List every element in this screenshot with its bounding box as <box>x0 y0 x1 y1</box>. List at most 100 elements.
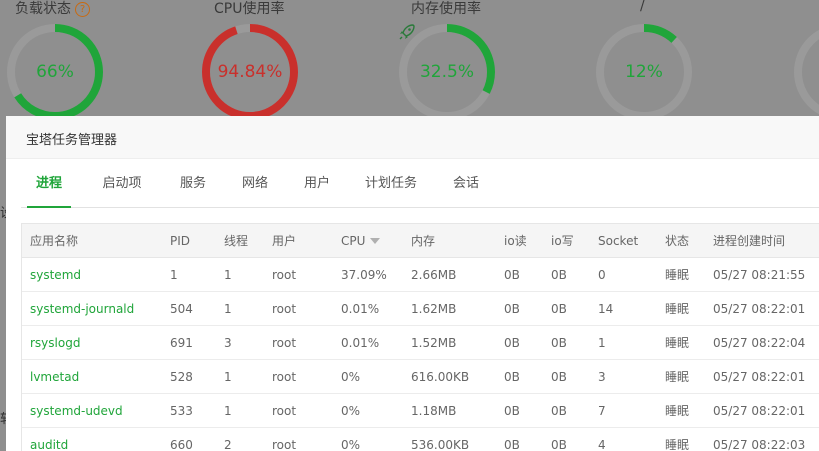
cell-pid: 691 <box>162 325 216 360</box>
gauge-title-load: 负载状态? <box>15 0 90 18</box>
cell-pid: 1 <box>162 257 216 292</box>
process-table: 应用名称 PID 线程 用户 CPU 内存 io读 io写 Socket 状态 … <box>22 224 819 451</box>
cell-memory: 2.66MB <box>403 257 496 292</box>
gauge-title-memory: 内存使用率 <box>411 1 481 17</box>
cell-threads: 1 <box>216 393 264 428</box>
cell-user: root <box>264 393 333 428</box>
cell-created: 05/27 08:22:01 <box>705 291 819 326</box>
cell-io-write: 0B <box>543 291 590 326</box>
gauge-value: 94.84% <box>217 62 283 82</box>
tab-sessions[interactable]: 会话 <box>444 165 488 207</box>
cell-user: root <box>264 427 333 451</box>
cell-pid: 504 <box>162 291 216 326</box>
cell-io-read: 0B <box>496 359 543 394</box>
cell-created: 05/27 08:21:55 <box>705 257 819 292</box>
column-header-pid[interactable]: PID <box>162 224 216 258</box>
cell-threads: 1 <box>216 291 264 326</box>
process-name-link[interactable]: systemd <box>22 257 162 292</box>
cell-socket: 14 <box>590 291 657 326</box>
column-header-status[interactable]: 状态 <box>657 224 705 258</box>
column-header-io-read[interactable]: io读 <box>496 224 543 258</box>
cell-user: root <box>264 325 333 360</box>
cell-user: root <box>264 257 333 292</box>
cell-threads: 1 <box>216 257 264 292</box>
tab-services[interactable]: 服务 <box>171 165 215 207</box>
cell-memory: 616.00KB <box>403 359 496 394</box>
column-header-created[interactable]: 进程创建时间 <box>705 224 819 258</box>
cell-socket: 0 <box>590 257 657 292</box>
cell-cpu: 0% <box>333 393 403 428</box>
cell-cpu: 0.01% <box>333 291 403 326</box>
tab-scheduled-tasks[interactable]: 计划任务 <box>355 165 427 207</box>
dialog-header[interactable]: 宝塔任务管理器 <box>6 116 819 159</box>
process-name-link[interactable]: systemd-udevd <box>22 393 162 428</box>
cell-io-read: 0B <box>496 291 543 326</box>
column-header-user[interactable]: 用户 <box>264 224 333 258</box>
cell-created: 05/27 08:22:04 <box>705 325 819 360</box>
column-header-memory[interactable]: 内存 <box>403 224 496 258</box>
help-icon[interactable]: ? <box>75 2 90 17</box>
gauge-title-cpu: CPU使用率 <box>214 1 285 17</box>
gauge-disk[interactable]: 12% <box>594 22 694 122</box>
cell-user: root <box>264 359 333 394</box>
cell-created: 05/27 08:22:01 <box>705 359 819 394</box>
cell-memory: 1.18MB <box>403 393 496 428</box>
table-row[interactable]: systemd 1 1 root 37.09% 2.66MB 0B 0B 0 睡… <box>22 257 819 292</box>
cell-created: 05/27 08:22:01 <box>705 393 819 428</box>
gauge-title-disk: / <box>640 0 645 14</box>
gauge-memory[interactable]: 32.5% <box>397 22 497 122</box>
table-row[interactable]: lvmetad 528 1 root 0% 616.00KB 0B 0B 3 睡… <box>22 359 819 394</box>
cell-status: 睡眠 <box>657 359 705 394</box>
gauge-ring <box>794 24 819 120</box>
cell-cpu: 37.09% <box>333 257 403 292</box>
process-name-link[interactable]: systemd-journald <box>22 291 162 326</box>
cell-socket: 4 <box>590 427 657 451</box>
gauge-value: 12% <box>625 62 663 82</box>
process-name-link[interactable]: lvmetad <box>22 359 162 394</box>
process-name-link[interactable]: auditd <box>22 427 162 451</box>
tab-network[interactable]: 网络 <box>233 165 277 207</box>
cell-status: 睡眠 <box>657 427 705 451</box>
cell-pid: 533 <box>162 393 216 428</box>
tab-users[interactable]: 用户 <box>295 165 339 207</box>
task-manager-dialog: 宝塔任务管理器 进程 启动项 服务 网络 用户 计划任务 会话 应用名称 PID… <box>6 116 819 451</box>
cell-io-write: 0B <box>543 427 590 451</box>
column-header-io-write[interactable]: io写 <box>543 224 590 258</box>
cell-cpu: 0.01% <box>333 325 403 360</box>
sort-descending-icon[interactable] <box>370 237 381 244</box>
process-name-link[interactable]: rsyslogd <box>22 325 162 360</box>
table-header-row: 应用名称 PID 线程 用户 CPU 内存 io读 io写 Socket 状态 … <box>22 224 819 258</box>
table-row[interactable]: auditd 660 2 root 0% 536.00KB 0B 0B 4 睡眠… <box>22 427 819 451</box>
gauge-title-text: 负载状态 <box>15 1 71 17</box>
cell-cpu: 0% <box>333 427 403 451</box>
column-header-threads[interactable]: 线程 <box>216 224 264 258</box>
cell-memory: 1.52MB <box>403 325 496 360</box>
table-row[interactable]: systemd-udevd 533 1 root 0% 1.18MB 0B 0B… <box>22 393 819 428</box>
gauge-value: 66% <box>36 62 74 82</box>
gauge-partial[interactable] <box>792 22 819 122</box>
cell-memory: 1.62MB <box>403 291 496 326</box>
tab-startup[interactable]: 启动项 <box>94 165 150 207</box>
cell-io-read: 0B <box>496 393 543 428</box>
tab-processes[interactable]: 进程 <box>27 165 71 208</box>
table-row[interactable]: systemd-journald 504 1 root 0.01% 1.62MB… <box>22 291 819 326</box>
cell-pid: 528 <box>162 359 216 394</box>
cell-status: 睡眠 <box>657 325 705 360</box>
gauge-load[interactable]: 66% <box>5 22 105 122</box>
column-header-cpu[interactable]: CPU <box>333 224 403 258</box>
cell-io-write: 0B <box>543 257 590 292</box>
screen: 负载状态? CPU使用率 内存使用率 / 66% 94.84% 32.5% 12… <box>0 0 819 451</box>
cell-memory: 536.00KB <box>403 427 496 451</box>
column-header-label: CPU <box>341 233 366 248</box>
column-header-name[interactable]: 应用名称 <box>22 224 162 258</box>
cell-user: root <box>264 291 333 326</box>
cell-io-write: 0B <box>543 325 590 360</box>
cell-status: 睡眠 <box>657 257 705 292</box>
cell-status: 睡眠 <box>657 393 705 428</box>
cell-threads: 2 <box>216 427 264 451</box>
column-header-socket[interactable]: Socket <box>590 224 657 258</box>
cell-io-write: 0B <box>543 359 590 394</box>
gauge-cpu[interactable]: 94.84% <box>200 22 300 122</box>
table-row[interactable]: rsyslogd 691 3 root 0.01% 1.52MB 0B 0B 1… <box>22 325 819 360</box>
process-table-container[interactable]: 应用名称 PID 线程 用户 CPU 内存 io读 io写 Socket 状态 … <box>21 223 819 451</box>
